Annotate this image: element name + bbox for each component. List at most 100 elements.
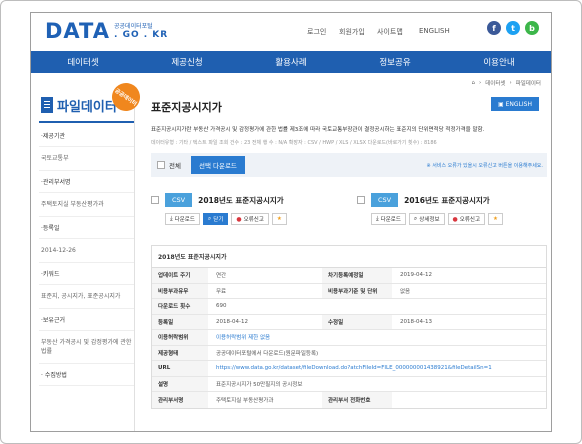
row-key: 제공형태	[152, 345, 208, 360]
error-notice: ※ 서비스 오류가 있을시 오류신고 버튼을 이용해주세요.	[426, 162, 543, 169]
report-label: 오류신고	[459, 217, 481, 223]
file-name: 2018년도 표준지공시지가	[198, 195, 284, 205]
favorite-button[interactable]: ★	[488, 213, 503, 225]
sidebar-info-list: ·제공기관 국토교통부 ·관리부서명 주택토지실 부동산평가과 ·등록일 201…	[39, 125, 134, 386]
home-icon[interactable]: ⌂	[472, 80, 476, 86]
alert-icon: ●	[452, 215, 458, 223]
row-key: 차기등록예정일	[322, 268, 392, 283]
row-value: 무료	[216, 288, 227, 295]
report-error-button[interactable]: ● 오류신고	[447, 213, 486, 225]
sidebar-value-department: 주택토지실 부동산평가과	[39, 193, 134, 217]
close-label: 닫기	[213, 217, 224, 223]
format-badge: CSV	[165, 193, 193, 207]
browser-viewport: DATA 공공데이터포털 . GO . KR 로그인 회원가입 사이트맵 ENG…	[30, 12, 552, 432]
format-badge: CSV	[371, 193, 399, 207]
select-all-checkbox[interactable]	[157, 161, 165, 169]
file-card: CSV 2016년도 표준지공시지가 ⤓ 다운로드 ⌕ 상세정보 ● 오류신고 ★	[357, 193, 547, 233]
site-logo[interactable]: DATA 공공데이터포털 . GO . KR	[45, 19, 168, 43]
utility-links: 로그인 회원가입 사이트맵 ENGLISH	[307, 27, 457, 37]
row-key: 관리부서 전화번호	[322, 392, 392, 408]
site-header: DATA 공공데이터포털 . GO . KR 로그인 회원가입 사이트맵 ENG…	[31, 13, 551, 51]
select-all[interactable]: 전체	[157, 160, 181, 170]
dataset-meta: 데이터유형 : 기타 / 텍스트 파일 조회 건수 : 23 전체 행 수 : …	[151, 140, 437, 146]
english-button[interactable]: ▣ ENGLISH	[491, 97, 539, 111]
row-key: URL	[152, 361, 208, 376]
row-key: 설명	[152, 376, 208, 391]
row-key: 이용허락범위	[152, 330, 208, 345]
download-url-link[interactable]: https://www.data.go.kr/dataset/fileDownl…	[208, 361, 546, 376]
sidebar-label-provider: ·제공기관	[39, 125, 134, 147]
main-content: 표준지공시지가 ▣ ENGLISH 표준지공시지가란 부동산 가격공시 및 감정…	[151, 89, 547, 431]
table-row: 비용부과유무 무료 비용부과기준 및 단위 없음	[152, 283, 546, 299]
selected-download-button[interactable]: 선택 다운로드	[190, 156, 245, 174]
nav-dataset[interactable]: 데이터셋	[31, 51, 135, 73]
sidebar-title: 파일데이터 공공데이터	[39, 77, 146, 123]
row-key: 비용부과기준 및 단위	[322, 283, 392, 298]
row-value	[392, 392, 546, 408]
row-value: 표준지공시지가 50만필지의 공시정보	[216, 381, 303, 388]
sns-links: f t b	[487, 21, 539, 35]
sitemap-link[interactable]: 사이트맵	[377, 27, 403, 37]
file-checkbox[interactable]	[357, 196, 365, 204]
sidebar-label-department: ·관리부서명	[39, 171, 134, 193]
details-button[interactable]: ⌕ 상세정보	[408, 213, 445, 225]
row-key: 업데이트 주기	[152, 268, 208, 283]
facebook-icon[interactable]: f	[487, 21, 501, 35]
star-icon: ★	[493, 216, 498, 222]
sidebar-value-basis: 부동산 가격공시 및 감정평가에 관한 법률	[39, 331, 134, 364]
signup-link[interactable]: 회원가입	[339, 27, 365, 37]
sidebar-label-keywords: ·키워드	[39, 263, 134, 285]
download-icon: ⤓	[376, 215, 379, 222]
row-value: 연간	[216, 273, 227, 280]
row-value: 2018-04-12	[216, 318, 248, 325]
file-icon	[41, 97, 53, 113]
select-all-label: 전체	[169, 162, 181, 170]
sidebar-label-collection: · 수집방법	[39, 364, 134, 386]
close-button[interactable]: ⌕ 닫기	[202, 213, 229, 225]
login-link[interactable]: 로그인	[307, 27, 326, 37]
license-link[interactable]: 이용허락범위 제한 없음	[208, 330, 546, 345]
row-key: 등록일	[152, 314, 208, 329]
row-key: 관리부서명	[152, 392, 208, 408]
report-error-button[interactable]: ● 오류신고	[231, 213, 269, 225]
row-key: 비용부과유무	[152, 283, 208, 298]
row-key: 다운로드 횟수	[152, 299, 208, 314]
download-icon: ⤓	[170, 215, 173, 222]
logo-wordmark: DATA	[45, 19, 111, 43]
report-label: 오류신고	[243, 217, 264, 223]
sidebar-title-text: 파일데이터	[57, 99, 117, 115]
table-row: 다운로드 횟수 690	[152, 299, 546, 315]
twitter-icon[interactable]: t	[506, 21, 520, 35]
detail-heading: 2018년도 표준지공시지가	[152, 246, 546, 268]
nav-request[interactable]: 제공신청	[135, 51, 239, 73]
breadcrumb-sep: ›	[479, 80, 482, 86]
blog-icon[interactable]: b	[525, 21, 539, 35]
table-row: 업데이트 주기 연간 차기등록예정일 2019-04-12	[152, 268, 546, 284]
sidebar-label-basis: ·보유근거	[39, 309, 134, 331]
alert-icon: ●	[236, 215, 242, 223]
document-icon: ▣	[497, 100, 504, 108]
download-button[interactable]: ⤓ 다운로드	[371, 213, 406, 225]
nav-guide[interactable]: 이용안내	[447, 51, 551, 73]
details-label: 상세정보	[419, 217, 440, 223]
download-button[interactable]: ⤓ 다운로드	[165, 213, 200, 225]
sidebar-value-provider: 국토교통부	[39, 147, 134, 171]
file-checkbox[interactable]	[151, 196, 159, 204]
english-link[interactable]: ENGLISH	[419, 27, 450, 35]
row-value: 없음	[400, 288, 411, 295]
row-value: 690	[216, 303, 227, 310]
favorite-button[interactable]: ★	[271, 213, 287, 225]
breadcrumb-dataset[interactable]: 데이터셋	[485, 79, 505, 87]
row-key: 수정일	[322, 314, 392, 329]
table-row: 관리부서명 주택토지실 부동산평가과 관리부서 전화번호	[152, 392, 546, 408]
row-value: 2018-04-13	[400, 318, 432, 325]
main-nav: 데이터셋 제공신청 활용사례 정보공유 이용안내	[31, 51, 551, 73]
table-row: 설명 표준지공시지가 50만필지의 공시정보	[152, 376, 546, 392]
breadcrumb: ⌂ › 데이터셋 › 파일데이터	[472, 79, 541, 87]
row-value: 공공데이터포털에서 다운로드(원문파일등록)	[216, 350, 319, 357]
file-name: 2016년도 표준지공시지가	[404, 195, 490, 205]
breadcrumb-sep: ›	[509, 80, 512, 86]
nav-usecases[interactable]: 활용사례	[239, 51, 343, 73]
nav-info-share[interactable]: 정보공유	[343, 51, 447, 73]
star-icon: ★	[276, 216, 282, 222]
